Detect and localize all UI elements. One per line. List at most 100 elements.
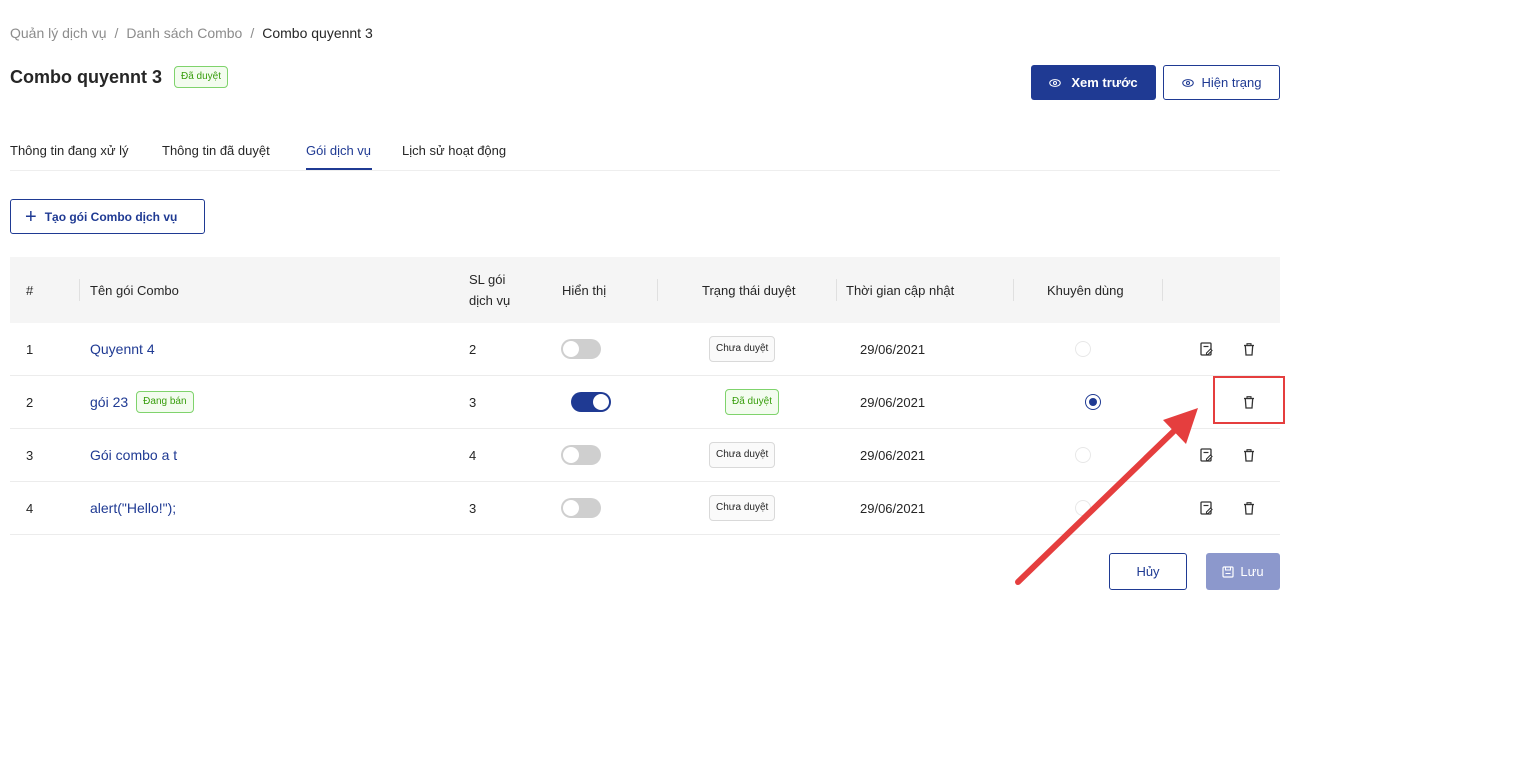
breadcrumb-item-services[interactable]: Quản lý dịch vụ xyxy=(10,25,107,41)
display-toggle[interactable] xyxy=(561,339,601,359)
row-index: 1 xyxy=(26,341,34,357)
header-divider xyxy=(79,279,80,301)
recommended-cell xyxy=(1085,376,1101,428)
display-toggle-cell xyxy=(561,323,601,375)
edit-cell xyxy=(1198,482,1214,534)
delete-cell xyxy=(1241,429,1257,481)
row-service-count: 3 xyxy=(469,500,477,516)
save-button-label: Lưu xyxy=(1240,564,1264,579)
table-header: # Tên gói Combo SL gói dịch vụ Hiển thị … xyxy=(10,257,1280,323)
breadcrumb-item-current: Combo quyennt 3 xyxy=(262,25,373,41)
approval-cell: Chưa duyệt xyxy=(709,482,776,534)
row-name-link[interactable]: Gói combo a t xyxy=(90,447,177,463)
tab-processing-info[interactable]: Thông tin đang xử lý xyxy=(10,143,129,158)
cancel-button[interactable]: Hủy xyxy=(1109,553,1187,590)
table-row: 4 alert("Hello!"); 3 Chưa duyệt 29/06/20… xyxy=(10,482,1280,535)
display-toggle-cell xyxy=(571,376,611,428)
breadcrumb-separator: / xyxy=(114,25,119,41)
row-updated-time: 29/06/2021 xyxy=(860,447,926,463)
display-toggle-cell xyxy=(561,482,601,534)
approval-cell: Chưa duyệt xyxy=(709,323,776,375)
save-button[interactable]: Lưu xyxy=(1206,553,1280,590)
header-approval-status: Trạng thái duyệt xyxy=(702,282,796,298)
create-button-label: Tạo gói Combo dịch vụ xyxy=(44,209,178,224)
row-index: 2 xyxy=(26,394,34,410)
header-name: Tên gói Combo xyxy=(90,282,179,298)
recommended-radio[interactable] xyxy=(1085,394,1101,410)
header-count-line2: dịch vụ xyxy=(469,293,511,308)
on-sale-badge: Đang bán xyxy=(136,391,194,413)
tab-approved-info[interactable]: Thông tin đã duyệt xyxy=(162,143,270,158)
row-index: 4 xyxy=(26,500,34,516)
plus-icon: + xyxy=(25,205,37,228)
row-service-count: 4 xyxy=(469,447,477,463)
row-service-count: 2 xyxy=(469,341,477,357)
tab-bar: Thông tin đang xử lý Thông tin đã duyệt … xyxy=(10,140,1280,171)
row-name-cell: Quyennt 4 xyxy=(90,323,155,375)
header-recommended: Khuyên dùng xyxy=(1047,282,1124,298)
header-divider xyxy=(1162,279,1163,301)
table-row: 2 gói 23 Đang bán 3 Đã duyệt 29/06/2021 xyxy=(10,376,1280,429)
header-divider xyxy=(657,279,658,301)
approval-status-pill: Chưa duyệt xyxy=(709,495,776,521)
trash-icon[interactable] xyxy=(1241,341,1257,357)
breadcrumb: Quản lý dịch vụ / Danh sách Combo / Comb… xyxy=(10,25,373,41)
create-combo-package-button[interactable]: + Tạo gói Combo dịch vụ xyxy=(10,199,205,234)
trash-icon[interactable] xyxy=(1241,500,1257,516)
recommended-radio[interactable] xyxy=(1075,341,1091,357)
row-updated-time: 29/06/2021 xyxy=(860,341,926,357)
tab-service-packages[interactable]: Gói dịch vụ xyxy=(306,143,371,158)
active-tab-indicator xyxy=(306,168,372,170)
edit-icon[interactable] xyxy=(1198,341,1214,357)
edit-icon[interactable] xyxy=(1198,447,1214,463)
display-toggle-cell xyxy=(561,429,601,481)
row-index: 3 xyxy=(26,447,34,463)
recommended-radio[interactable] xyxy=(1075,447,1091,463)
combo-package-table: # Tên gói Combo SL gói dịch vụ Hiển thị … xyxy=(10,257,1280,535)
approval-cell: Chưa duyệt xyxy=(709,429,776,481)
row-updated-time: 29/06/2021 xyxy=(860,500,926,516)
trash-icon[interactable] xyxy=(1241,447,1257,463)
eye-icon xyxy=(1049,77,1062,89)
row-service-count: 3 xyxy=(469,394,477,410)
header-count: SL gói dịch vụ xyxy=(469,257,510,323)
table-row: 1 Quyennt 4 2 Chưa duyệt 29/06/2021 xyxy=(10,323,1280,376)
display-toggle[interactable] xyxy=(561,445,601,465)
delete-cell xyxy=(1241,323,1257,375)
delete-cell xyxy=(1241,482,1257,534)
row-updated-time: 29/06/2021 xyxy=(860,394,926,410)
recommended-cell xyxy=(1075,323,1091,375)
table-row: 3 Gói combo a t 4 Chưa duyệt 29/06/2021 xyxy=(10,429,1280,482)
approval-status-pill: Đã duyệt xyxy=(725,389,780,415)
current-status-button[interactable]: Hiện trạng xyxy=(1163,65,1280,100)
eye-icon xyxy=(1181,77,1194,89)
breadcrumb-separator: / xyxy=(250,25,255,41)
preview-button[interactable]: Xem trước xyxy=(1031,65,1156,100)
approval-status-pill: Chưa duyệt xyxy=(709,442,776,468)
edit-icon[interactable] xyxy=(1198,500,1214,516)
header-updated-time: Thời gian cập nhật xyxy=(846,282,955,298)
row-name-cell: Gói combo a t xyxy=(90,429,177,481)
header-count-line1: SL gói xyxy=(469,272,506,287)
recommended-cell xyxy=(1075,429,1091,481)
preview-button-label: Xem trước xyxy=(1071,75,1138,90)
annotation-highlight-box xyxy=(1213,376,1285,424)
status-badge: Đã duyệt xyxy=(174,66,229,88)
approval-status-pill: Chưa duyệt xyxy=(709,336,776,362)
row-name-link[interactable]: alert("Hello!"); xyxy=(90,500,176,516)
display-toggle[interactable] xyxy=(571,392,611,412)
header-divider xyxy=(836,279,837,301)
display-toggle[interactable] xyxy=(561,498,601,518)
row-name-link[interactable]: Quyennt 4 xyxy=(90,341,155,357)
row-name-cell: gói 23 Đang bán xyxy=(90,376,194,428)
header-index: # xyxy=(26,282,34,298)
edit-cell xyxy=(1198,323,1214,375)
recommended-cell xyxy=(1075,482,1091,534)
row-name-link[interactable]: gói 23 xyxy=(90,394,128,410)
approval-cell: Đã duyệt xyxy=(725,376,780,428)
row-name-cell: alert("Hello!"); xyxy=(90,482,176,534)
title-row: Combo quyennt 3 Đã duyệt xyxy=(10,66,229,88)
recommended-radio[interactable] xyxy=(1075,500,1091,516)
tab-activity-history[interactable]: Lịch sử hoạt động xyxy=(402,143,506,158)
breadcrumb-item-combo-list[interactable]: Danh sách Combo xyxy=(126,25,242,41)
